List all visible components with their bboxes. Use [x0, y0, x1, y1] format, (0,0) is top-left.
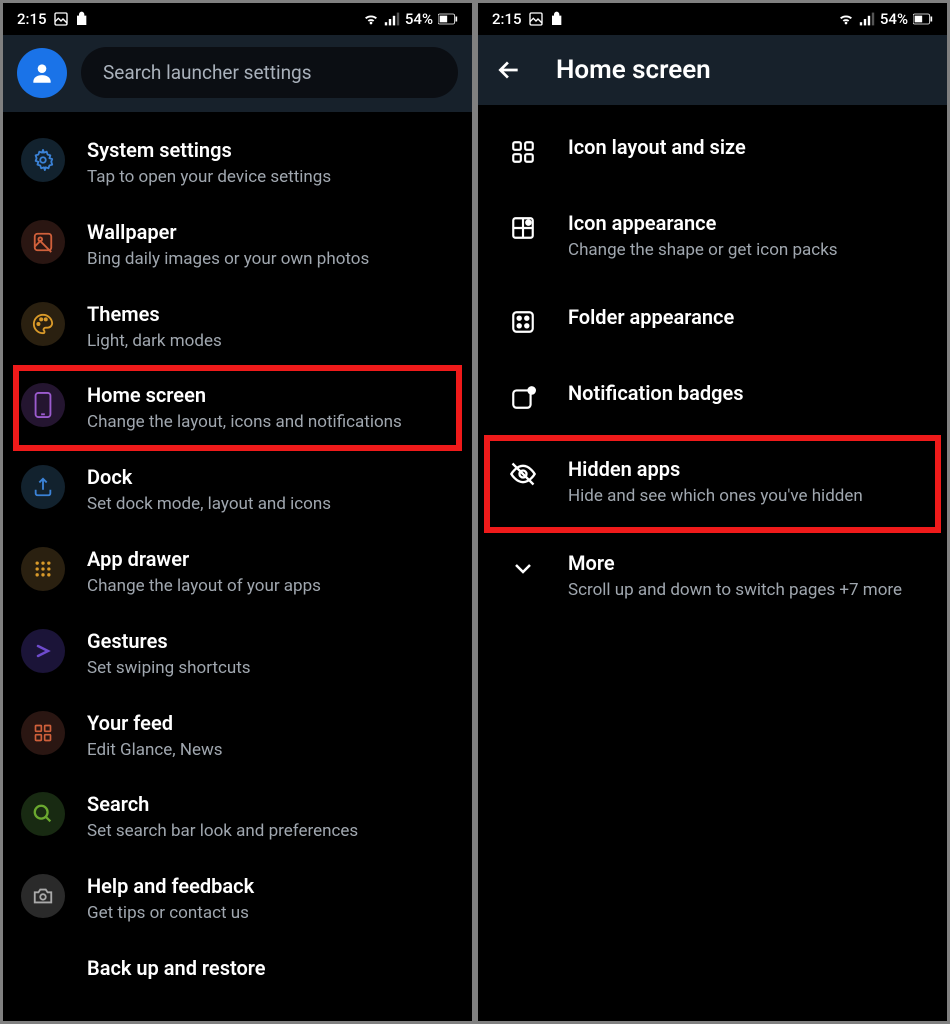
item-icon-layout[interactable]: Icon layout and size — [478, 115, 947, 191]
item-title: Icon appearance — [568, 211, 919, 235]
item-more[interactable]: More Scroll up and down to switch pages +… — [478, 531, 947, 625]
item-dock[interactable]: Dock Set dock mode, layout and icons — [3, 449, 472, 531]
item-app-drawer[interactable]: App drawer Change the layout of your apps — [3, 531, 472, 613]
battery-icon — [913, 13, 933, 25]
home-screen-list: Icon layout and size Icon appearance Chan… — [478, 105, 947, 1021]
item-wallpaper[interactable]: Wallpaper Bing daily images or your own p… — [3, 204, 472, 286]
status-bar: 2:15 54% — [478, 3, 947, 35]
item-title: Themes — [87, 302, 454, 326]
header: Home screen — [478, 35, 947, 105]
item-sub: Change the layout of your apps — [87, 575, 454, 599]
item-hidden-apps[interactable]: Hidden apps Hide and see which ones you'v… — [478, 437, 947, 531]
camera-icon — [32, 885, 54, 907]
item-notification-badges[interactable]: Notification badges — [478, 361, 947, 437]
item-title: Your feed — [87, 711, 454, 735]
status-battery: 54% — [880, 10, 908, 28]
item-sub: Bing daily images or your own photos — [87, 248, 454, 272]
item-system-settings[interactable]: System settings Tap to open your device s… — [3, 122, 472, 204]
item-sub: Light, dark modes — [87, 330, 454, 354]
item-sub: Tap to open your device settings — [87, 166, 454, 190]
gear-icon — [32, 149, 54, 171]
status-time: 2:15 — [17, 10, 47, 28]
signal-icon — [859, 11, 875, 27]
item-title: Help and feedback — [87, 874, 454, 898]
upload-icon — [32, 476, 54, 498]
item-search[interactable]: Search Set search bar look and preference… — [3, 776, 472, 858]
item-title: Folder appearance — [568, 305, 919, 329]
image-icon — [528, 11, 544, 27]
image-icon — [53, 11, 69, 27]
item-sub: Change the shape or get icon packs — [568, 239, 919, 263]
item-sub: Set dock mode, layout and icons — [87, 493, 454, 517]
item-title: Home screen — [87, 383, 454, 407]
avatar[interactable] — [17, 48, 67, 98]
item-sub: Change the layout, icons and notificatio… — [87, 411, 454, 435]
badge-icon — [510, 385, 536, 411]
item-folder-appearance[interactable]: Folder appearance — [478, 285, 947, 361]
item-title: System settings — [87, 138, 454, 162]
item-title: Search — [87, 792, 454, 816]
item-gestures[interactable]: Gestures Set swiping shortcuts — [3, 613, 472, 695]
folder-icon — [510, 309, 536, 335]
image-icon — [32, 231, 54, 253]
item-home-screen[interactable]: Home screen Change the layout, icons and … — [3, 367, 472, 449]
item-your-feed[interactable]: Your feed Edit Glance, News — [3, 695, 472, 777]
grid-icon — [510, 139, 536, 165]
page-title: Home screen — [556, 55, 711, 85]
signal-icon — [384, 11, 400, 27]
arrow-left-icon — [496, 57, 522, 83]
item-backup-restore[interactable]: Back up and restore — [3, 940, 472, 1000]
item-title: Hidden apps — [568, 457, 919, 481]
item-sub: Set search bar look and preferences — [87, 820, 454, 844]
palette-icon — [32, 313, 54, 335]
eye-off-icon — [509, 460, 537, 488]
back-button[interactable] — [496, 57, 522, 83]
search-icon — [32, 803, 54, 825]
header: Search launcher settings — [3, 35, 472, 112]
phone-right: 2:15 54% Home screen Icon layout and siz… — [478, 3, 947, 1021]
person-icon — [29, 60, 55, 86]
item-sub: Edit Glance, News — [87, 739, 454, 763]
item-title: Wallpaper — [87, 220, 454, 244]
item-icon-appearance[interactable]: Icon appearance Change the shape or get i… — [478, 191, 947, 285]
status-bar: 2:15 54% — [3, 3, 472, 35]
bag-icon — [550, 11, 566, 27]
chevron-down-icon — [511, 556, 535, 580]
status-time: 2:15 — [492, 10, 522, 28]
settings-list: System settings Tap to open your device s… — [3, 112, 472, 1021]
item-title: Gestures — [87, 629, 454, 653]
apps-icon — [33, 723, 53, 743]
phone-icon — [33, 392, 53, 418]
search-input[interactable]: Search launcher settings — [81, 47, 458, 98]
item-themes[interactable]: Themes Light, dark modes — [3, 286, 472, 368]
wifi-icon — [838, 11, 854, 27]
item-sub: Set swiping shortcuts — [87, 657, 454, 681]
item-title: App drawer — [87, 547, 454, 571]
item-title: Notification badges — [568, 381, 919, 405]
item-title: Dock — [87, 465, 454, 489]
chevron-right-icon — [33, 641, 53, 661]
item-title: More — [568, 551, 919, 575]
bag-icon — [75, 11, 91, 27]
grid-icon — [33, 559, 53, 579]
item-sub: Get tips or contact us — [87, 902, 454, 926]
item-title: Icon layout and size — [568, 135, 919, 159]
battery-icon — [438, 13, 458, 25]
item-title: Back up and restore — [87, 956, 454, 980]
item-sub: Hide and see which ones you've hidden — [568, 485, 919, 509]
phone-left: 2:15 54% Search launcher settings System… — [3, 3, 472, 1021]
wifi-icon — [363, 11, 379, 27]
shapes-icon — [510, 215, 536, 241]
item-sub: Scroll up and down to switch pages +7 mo… — [568, 579, 919, 603]
status-battery: 54% — [405, 10, 433, 28]
item-help-feedback[interactable]: Help and feedback Get tips or contact us — [3, 858, 472, 940]
